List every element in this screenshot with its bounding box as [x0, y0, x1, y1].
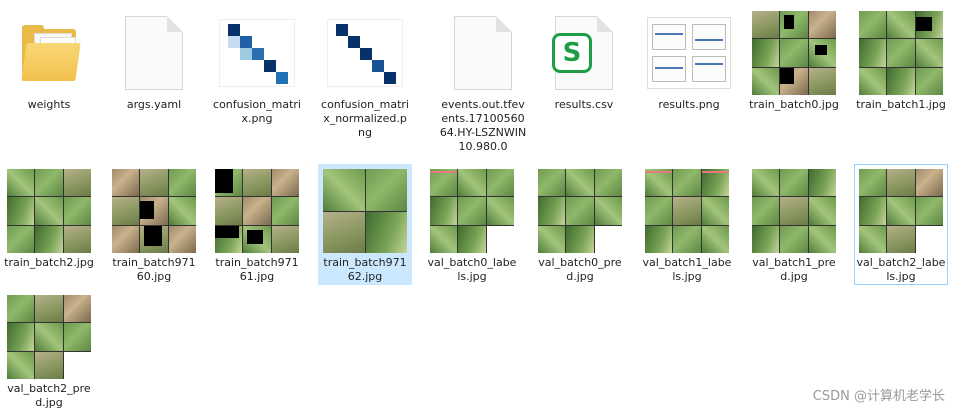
image-thumbnail: [751, 168, 837, 254]
file-val-batch1-pred[interactable]: val_batch1_pred.jpg: [747, 164, 841, 285]
file-val-batch2-labels[interactable]: val_batch2_labels.jpg: [854, 164, 948, 285]
file-train-batch97160[interactable]: train_batch97160.jpg: [107, 164, 201, 285]
image-thumbnail: [537, 168, 623, 254]
file-val-batch1-labels[interactable]: val_batch1_labels.jpg: [640, 164, 734, 285]
file-label: results.png: [658, 98, 720, 111]
file-val-batch0-pred[interactable]: val_batch0_pred.jpg: [533, 164, 627, 285]
file-label: val_batch0_pred.jpg: [538, 256, 622, 283]
file-val-batch2-pred[interactable]: val_batch2_pred.jpg: [2, 290, 96, 411]
file-train-batch97162[interactable]: train_batch97162.jpg: [318, 164, 412, 285]
file-label: results.csv: [554, 98, 614, 111]
file-tfevents[interactable]: events.out.tfevents.1710056064.HY-LSZNWI…: [436, 6, 530, 155]
file-confusion-matrix-normalized[interactable]: confusion_matrix_normalized.png: [318, 6, 412, 141]
image-thumbnail: [858, 10, 944, 96]
image-thumbnail: [751, 10, 837, 96]
file-train-batch0[interactable]: train_batch0.jpg: [747, 6, 841, 113]
watermark: CSDN @计算机老学长: [812, 389, 945, 404]
file-label: train_batch97161.jpg: [215, 256, 299, 283]
file-val-batch0-labels[interactable]: val_batch0_labels.jpg: [425, 164, 519, 285]
image-thumbnail: [214, 10, 300, 96]
document-icon: [111, 10, 197, 96]
image-thumbnail: [858, 168, 944, 254]
file-label: train_batch1.jpg: [856, 98, 946, 111]
file-label: val_batch0_labels.jpg: [427, 256, 517, 283]
file-train-batch97161[interactable]: train_batch97161.jpg: [210, 164, 304, 285]
file-results-csv[interactable]: S results.csv: [537, 6, 631, 113]
file-weights[interactable]: weights: [2, 6, 96, 113]
image-thumbnail: [322, 168, 408, 254]
spreadsheet-icon: S: [541, 10, 627, 96]
image-thumbnail: [6, 294, 92, 380]
image-thumbnail: [429, 168, 515, 254]
file-label: confusion_matrix_normalized.png: [321, 98, 409, 139]
file-results-png[interactable]: results.png: [642, 6, 736, 113]
file-label: train_batch97160.jpg: [112, 256, 196, 283]
file-args-yaml[interactable]: args.yaml: [107, 6, 201, 113]
file-label: val_batch1_labels.jpg: [642, 256, 732, 283]
image-thumbnail: [644, 168, 730, 254]
file-label: train_batch2.jpg: [4, 256, 94, 269]
file-label: args.yaml: [126, 98, 182, 111]
file-label: train_batch0.jpg: [749, 98, 839, 111]
csv-badge: S: [552, 33, 592, 73]
image-thumbnail: [6, 168, 92, 254]
image-thumbnail: [646, 10, 732, 96]
file-label: train_batch97162.jpg: [323, 256, 407, 283]
folder-icon: [6, 10, 92, 96]
document-icon: [440, 10, 526, 96]
file-confusion-matrix[interactable]: confusion_matrix.png: [210, 6, 304, 127]
image-thumbnail: [214, 168, 300, 254]
image-thumbnail: [322, 10, 408, 96]
file-label: weights: [27, 98, 71, 111]
file-label: val_batch2_labels.jpg: [856, 256, 946, 283]
file-label: val_batch1_pred.jpg: [752, 256, 836, 283]
file-train-batch2[interactable]: train_batch2.jpg: [2, 164, 96, 271]
file-train-batch1[interactable]: train_batch1.jpg: [854, 6, 948, 113]
image-thumbnail: [111, 168, 197, 254]
file-label: val_batch2_pred.jpg: [7, 382, 91, 409]
file-label: events.out.tfevents.1710056064.HY-LSZNWI…: [439, 98, 527, 153]
file-label: confusion_matrix.png: [213, 98, 301, 125]
